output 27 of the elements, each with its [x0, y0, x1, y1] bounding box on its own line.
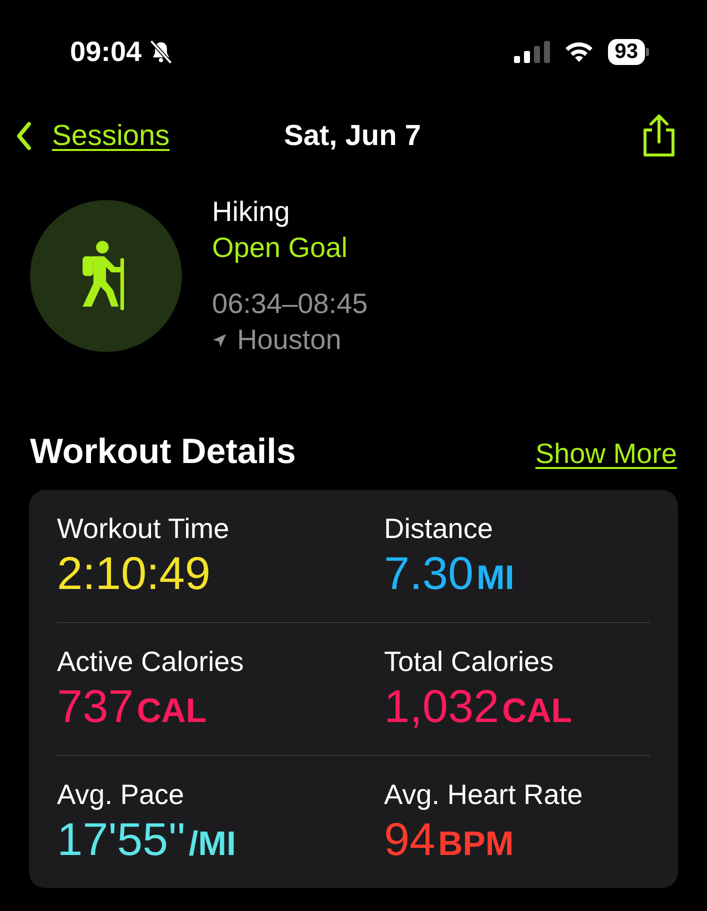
time-range: 06:34–08:45 [212, 287, 368, 321]
activity-type: Hiking [212, 195, 291, 229]
metric-value: 2:10:49 [57, 546, 212, 600]
metric-label: Avg. Pace [57, 778, 186, 812]
location-text: Houston [237, 323, 342, 357]
battery-indicator: 93 [608, 39, 645, 65]
page-title: Sat, Jun 7 [283, 120, 422, 152]
metric-label: Distance [384, 512, 494, 546]
back-link[interactable]: Sessions [16, 120, 236, 152]
signal-icon [514, 41, 550, 63]
metric-value: 737CAL [57, 679, 208, 734]
metric-label: Workout Time [57, 512, 230, 546]
metric-label: Total Calories [384, 645, 555, 679]
show-more-link[interactable]: Show More [535, 438, 677, 470]
metric-label: Active Calories [57, 645, 245, 679]
metric-value: 7.30MI [384, 546, 516, 601]
wifi-icon [564, 41, 594, 63]
metric-value: 17'55''/MI [57, 812, 237, 867]
metric-label: Avg. Heart Rate [384, 778, 584, 812]
share-icon[interactable] [641, 114, 677, 158]
location-arrow-icon [212, 332, 227, 348]
chevron-left-icon [16, 122, 32, 150]
section-title: Workout Details [30, 432, 296, 472]
status-time: 09:04 [70, 36, 142, 68]
metric-value: 94BPM [384, 812, 515, 867]
metric-value: 1,032CAL [384, 679, 574, 734]
goal-label: Open Goal [212, 231, 348, 265]
